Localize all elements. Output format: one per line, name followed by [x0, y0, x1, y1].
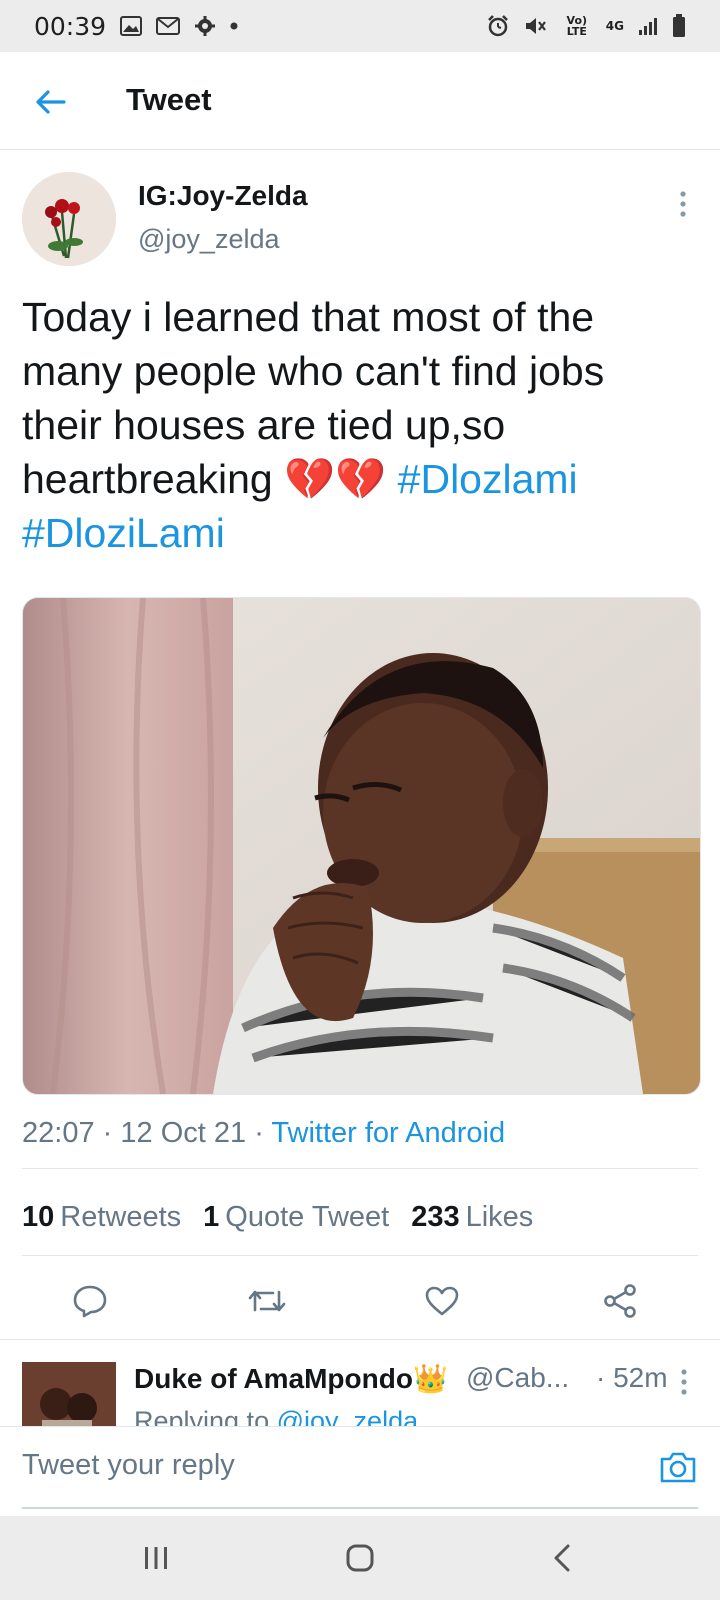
quote-tweets-stat[interactable]: 1 Quote Tweet — [203, 1201, 389, 1234]
recent-apps-icon — [145, 1547, 167, 1569]
quote-tweets-count: 1 — [203, 1201, 220, 1233]
tweet-date: 12 Oct 21 — [120, 1117, 247, 1149]
more-vertical-icon — [681, 1369, 687, 1395]
replying-to: Replying to @joy_zelda — [134, 1406, 418, 1426]
status-bar: 00:39 Vo) LTE 4G — [0, 0, 720, 52]
system-nav-bar — [0, 1516, 720, 1600]
meta-separator-1: · — [102, 1117, 113, 1149]
quote-tweets-label: Quote Tweet — [225, 1201, 390, 1233]
4g-icon: 4G — [605, 19, 624, 33]
alarm-icon — [486, 14, 510, 38]
hashtag-dlozlami[interactable]: #Dlozlami — [398, 456, 578, 502]
retweet-icon — [248, 1290, 286, 1312]
back-button[interactable] — [30, 82, 70, 122]
replying-to-mention[interactable]: @joy_zelda — [277, 1406, 419, 1426]
reply-avatar[interactable] — [22, 1362, 116, 1426]
home-button[interactable] — [336, 1538, 384, 1578]
retweets-label: Retweets — [60, 1201, 182, 1233]
reply-button[interactable] — [68, 1279, 112, 1323]
reply-input[interactable] — [22, 1441, 622, 1489]
camera-button[interactable] — [656, 1445, 700, 1489]
gmail-icon — [156, 17, 181, 35]
more-options-button[interactable] — [668, 184, 698, 224]
camera-icon — [660, 1452, 696, 1483]
tweet-time: 22:07 — [22, 1117, 95, 1149]
divider — [22, 1255, 698, 1256]
reply-icon — [73, 1285, 107, 1318]
share-button[interactable] — [598, 1279, 642, 1323]
image-icon — [120, 16, 143, 36]
likes-label: Likes — [465, 1201, 534, 1233]
reply-tweet[interactable]: Duke of AmaMpondo👑 @Cab... · 52m Replyin… — [0, 1340, 720, 1426]
battery-icon — [672, 14, 686, 38]
page-title: Tweet — [126, 82, 212, 117]
likes-stat[interactable]: 233 Likes — [411, 1201, 533, 1234]
broken-heart-emoji: 💔💔 — [284, 456, 387, 502]
reply-time: · 52m — [596, 1362, 668, 1393]
like-button[interactable] — [420, 1279, 464, 1323]
reply-more-options-button[interactable] — [672, 1362, 696, 1402]
avatar[interactable] — [22, 172, 116, 266]
retweets-stat[interactable]: 10 Retweets — [22, 1201, 181, 1234]
input-underline — [22, 1507, 698, 1509]
likes-count: 233 — [411, 1201, 460, 1233]
tweet-source-link[interactable]: Twitter for Android — [271, 1117, 505, 1149]
system-back-button[interactable] — [538, 1538, 586, 1578]
settings-icon — [194, 15, 216, 37]
recent-apps-button[interactable] — [132, 1538, 180, 1578]
reply-display-name[interactable]: Duke of AmaMpondo👑 — [134, 1362, 448, 1395]
more-vertical-icon — [680, 191, 686, 217]
reply-handle[interactable]: @Cab... — [466, 1362, 569, 1394]
retweet-button[interactable] — [245, 1279, 289, 1323]
user-handle[interactable]: @joy_zelda — [138, 224, 280, 255]
signal-icon — [638, 16, 658, 36]
tweet-meta: 22:07 · 12 Oct 21 · Twitter for Android — [22, 1117, 505, 1150]
hashtag-dlozilami[interactable]: #DloziLami — [22, 510, 225, 556]
volte-icon: Vo) LTE — [566, 14, 588, 38]
mute-icon — [524, 15, 548, 37]
heart-icon — [425, 1286, 459, 1316]
app-bar: Tweet — [0, 52, 720, 150]
tweet-text: Today i learned that most of the many pe… — [22, 290, 672, 560]
tweet-stats: 10 Retweets 1 Quote Tweet 233 Likes — [22, 1201, 533, 1234]
arrow-left-icon — [36, 90, 66, 114]
retweets-count: 10 — [22, 1201, 55, 1233]
reply-composer — [0, 1426, 720, 1511]
tweet-header: IG:Joy-Zelda @joy_zelda — [22, 172, 698, 268]
dot-icon — [230, 22, 238, 30]
tweet-actions — [0, 1265, 720, 1335]
meta-separator-2: · — [254, 1117, 264, 1149]
share-icon — [604, 1284, 636, 1318]
status-time: 00:39 — [34, 11, 107, 41]
display-name[interactable]: IG:Joy-Zelda — [138, 180, 308, 212]
chevron-left-icon — [554, 1544, 570, 1572]
divider — [22, 1168, 698, 1169]
tweet-media-image[interactable] — [22, 597, 701, 1095]
replying-to-prefix: Replying to — [134, 1406, 270, 1426]
home-icon — [346, 1544, 374, 1572]
